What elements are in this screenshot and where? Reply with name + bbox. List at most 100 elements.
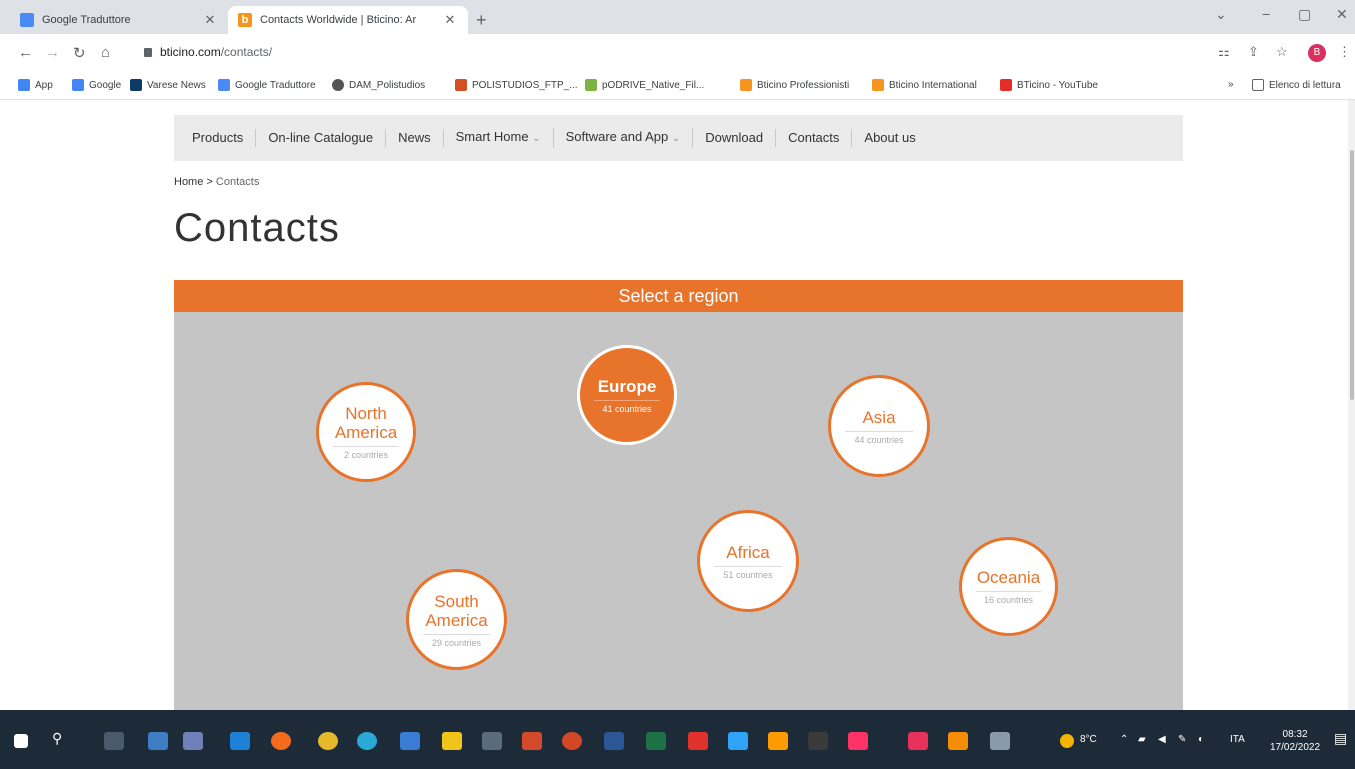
bookmark-varese-news[interactable]: Varese News — [130, 79, 206, 91]
ftp-icon — [455, 79, 467, 91]
app-icon[interactable] — [522, 732, 542, 750]
close-icon[interactable]: ✕ — [442, 12, 458, 28]
close-icon[interactable]: ✕ — [202, 12, 218, 28]
bookmark-podrive[interactable]: pODRIVE_Native_Fil... — [585, 79, 704, 91]
lock-icon[interactable] — [144, 48, 152, 57]
edge-icon[interactable] — [357, 732, 377, 750]
apps-grid-icon — [18, 79, 30, 91]
firefox-icon[interactable] — [271, 732, 291, 750]
more-bookmarks-button[interactable]: » — [1228, 79, 1234, 90]
region-oceania[interactable]: Oceania 16 countries — [959, 537, 1058, 636]
windows-start-icon[interactable] — [14, 734, 28, 748]
new-tab-button[interactable]: + — [476, 10, 487, 31]
teams-icon[interactable] — [183, 732, 203, 750]
nav-products[interactable]: Products — [180, 129, 257, 147]
bridge-icon[interactable] — [808, 732, 828, 750]
calculator-icon[interactable] — [482, 732, 502, 750]
browser-tab-bar: Google Traduttore ✕ b Contacts Worldwide… — [0, 0, 1355, 34]
region-name: Europe — [597, 376, 657, 396]
divider — [333, 446, 399, 447]
task-view-icon[interactable] — [104, 732, 124, 750]
forward-arrow-icon[interactable]: → — [45, 44, 60, 61]
region-africa[interactable]: Africa 51 countries — [697, 510, 799, 612]
acrobat-icon[interactable] — [688, 732, 708, 750]
region-count: 2 countries — [343, 450, 389, 460]
weather-sun-icon[interactable] — [1060, 734, 1074, 748]
clock[interactable]: 08:32 17/02/2022 — [1270, 728, 1320, 754]
language-indicator[interactable]: ITA — [1230, 734, 1245, 745]
tray-expand-icon[interactable]: ⌃ — [1120, 734, 1128, 745]
app-icon[interactable] — [400, 732, 420, 750]
bookmark-google[interactable]: Google — [72, 79, 121, 91]
bookmark-star-icon[interactable]: ☆ — [1276, 44, 1288, 60]
clock-time: 08:32 — [1282, 729, 1308, 740]
word-icon[interactable] — [604, 732, 624, 750]
url-field[interactable]: bticino.com/contacts/ — [160, 45, 272, 59]
breadcrumb-home[interactable]: Home — [174, 176, 203, 188]
bookmark-polistudios-ftp[interactable]: POLISTUDIOS_FTP_... — [455, 79, 578, 91]
powerpoint-icon[interactable] — [562, 732, 582, 750]
bookmark-google-translate[interactable]: Google Traduttore — [218, 79, 316, 91]
reading-list-button[interactable]: Elenco di lettura — [1252, 79, 1341, 91]
excel-icon[interactable] — [646, 732, 666, 750]
profile-avatar[interactable]: B — [1308, 44, 1326, 62]
clock-date: 17/02/2022 — [1270, 742, 1321, 753]
network-icon[interactable]: ▰ — [1138, 734, 1146, 745]
bookmark-bticino-youtube[interactable]: BTicino - YouTube — [1000, 79, 1098, 91]
url-host: bticino.com — [160, 45, 221, 59]
edge-legacy-icon[interactable] — [230, 732, 250, 750]
main-nav: Products On-line Catalogue News Smart Ho… — [174, 115, 1183, 161]
nav-download[interactable]: Download — [693, 129, 777, 147]
chrome-icon[interactable] — [318, 732, 338, 750]
speaker-icon[interactable]: ◀ — [1158, 734, 1166, 745]
divider — [594, 399, 660, 401]
vlc-icon[interactable] — [948, 732, 968, 750]
nav-smart-home[interactable]: Smart Home ⌄ — [444, 128, 554, 148]
indesign-icon[interactable] — [848, 732, 868, 750]
notifications-icon[interactable]: ▤ — [1334, 730, 1347, 747]
illustrator-icon[interactable] — [768, 732, 788, 750]
share-icon[interactable]: ⇪ — [1248, 44, 1259, 60]
region-asia[interactable]: Asia 44 countries — [828, 375, 930, 477]
back-arrow-icon[interactable]: ← — [18, 44, 33, 61]
bookmark-bticino-international[interactable]: Bticino International — [872, 79, 977, 91]
app-icon[interactable] — [990, 732, 1010, 750]
bookmark-app[interactable]: App — [18, 79, 53, 91]
tab-google-translate[interactable]: Google Traduttore ✕ — [10, 6, 228, 34]
app-icon[interactable] — [908, 732, 928, 750]
minimize-icon[interactable]: − — [1262, 6, 1270, 22]
nav-news[interactable]: News — [386, 129, 444, 147]
globe-icon — [332, 79, 344, 91]
file-explorer-icon[interactable] — [148, 732, 168, 750]
search-icon[interactable]: ⚲ — [52, 730, 62, 747]
nav-contacts[interactable]: Contacts — [776, 129, 853, 147]
address-bar: ← → ↻ ⌂ bticino.com/contacts/ ⚏ ⇪ ☆ B ⋮ — [0, 34, 1355, 72]
translate-icon — [218, 79, 230, 91]
translate-page-icon[interactable]: ⚏ — [1218, 44, 1230, 60]
region-europe[interactable]: Europe 41 countries — [577, 345, 677, 445]
bookmark-bticino-professionisti[interactable]: Bticino Professionisti — [740, 79, 849, 91]
mic-icon[interactable]: ◐ — [1198, 734, 1204, 745]
reload-icon[interactable]: ↻ — [73, 44, 86, 62]
photoshop-icon[interactable] — [728, 732, 748, 750]
home-icon[interactable]: ⌂ — [101, 44, 110, 61]
reading-list-icon — [1252, 79, 1264, 91]
nav-online-catalogue[interactable]: On-line Catalogue — [256, 129, 387, 147]
weather-temp[interactable]: 8°C — [1080, 734, 1097, 745]
maximize-icon[interactable]: ▢ — [1298, 6, 1311, 23]
pen-icon[interactable]: ✎ — [1178, 734, 1186, 745]
close-window-icon[interactable]: ✕ — [1336, 6, 1348, 23]
region-north-america[interactable]: North America 2 countries — [316, 382, 416, 482]
region-header: Select a region — [174, 280, 1183, 312]
menu-dots-icon[interactable]: ⋮ — [1338, 44, 1351, 60]
youtube-icon — [1000, 79, 1012, 91]
nav-software-and-app[interactable]: Software and App ⌄ — [554, 128, 694, 148]
scrollbar-thumb[interactable] — [1350, 150, 1354, 400]
region-name: Asia — [862, 407, 896, 427]
tab-contacts[interactable]: b Contacts Worldwide | Bticino: Ar ✕ — [228, 6, 468, 34]
sticky-notes-icon[interactable] — [442, 732, 462, 750]
bookmark-dam-polistudios[interactable]: DAM_Polistudios — [332, 79, 425, 91]
nav-about-us[interactable]: About us — [852, 129, 927, 147]
region-south-america[interactable]: South America 29 countries — [406, 569, 507, 670]
chevron-down-icon[interactable]: ⌄ — [1215, 6, 1227, 23]
